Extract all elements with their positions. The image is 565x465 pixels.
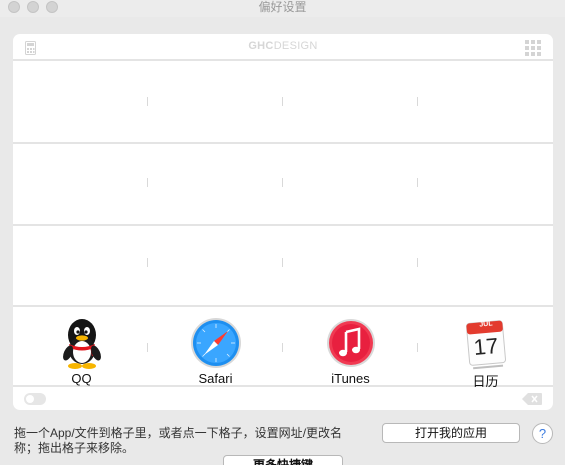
- cell-divider: [282, 178, 283, 187]
- help-button[interactable]: ?: [532, 423, 553, 444]
- panel-header: GHCDESIGN: [13, 34, 553, 61]
- app-label: QQ: [71, 371, 92, 386]
- cell-divider: [282, 258, 283, 267]
- window-title: 偏好设置: [258, 0, 307, 14]
- app-label: iTunes: [331, 371, 370, 386]
- itunes-note-icon: [326, 319, 375, 367]
- shortcut-row-1[interactable]: [13, 61, 553, 144]
- app-label: Safari: [198, 371, 233, 386]
- shortcut-row-3[interactable]: [13, 226, 553, 307]
- calendar-day: 17: [472, 332, 499, 361]
- cell-divider: [417, 178, 418, 187]
- cell-divider: [417, 258, 418, 267]
- shortcut-row-2[interactable]: [13, 144, 553, 226]
- calendar-icon: JUL 17: [458, 315, 514, 371]
- cell-divider: [147, 258, 148, 267]
- grid-menu-icon[interactable]: [525, 40, 541, 61]
- app-cell-safari[interactable]: Safari: [148, 315, 283, 386]
- shortcut-grid-panel: GHCDESIGN QQ Safari iTunes JUL 17 日历: [13, 34, 553, 410]
- cell-divider: [282, 97, 283, 106]
- app-cell-qq[interactable]: QQ: [14, 315, 149, 386]
- enable-toggle[interactable]: [24, 393, 46, 405]
- more-shortcuts-button[interactable]: 更多快捷键: [223, 455, 343, 465]
- usage-hint: 拖一个App/文件到格子里，或者点一下格子，设置网址/更改名称；拖出格子来移除。: [14, 426, 343, 455]
- open-my-apps-button[interactable]: 打开我的应用: [382, 423, 520, 443]
- panel-footer-bar: [13, 387, 553, 410]
- app-cell-calendar[interactable]: JUL 17 日历: [418, 315, 553, 390]
- app-row: QQ Safari iTunes JUL 17 日历: [13, 307, 553, 390]
- cell-divider: [417, 97, 418, 106]
- cell-divider: [147, 97, 148, 106]
- safari-compass-icon: [190, 318, 241, 368]
- app-cell-itunes[interactable]: iTunes: [283, 315, 418, 386]
- brand-logo: GHCDESIGN: [248, 40, 318, 52]
- title-bar: 偏好设置: [0, 0, 565, 17]
- delete-key-icon[interactable]: [522, 392, 542, 410]
- qq-penguin-icon: [62, 319, 101, 369]
- toggle-knob: [26, 395, 34, 403]
- cell-divider: [147, 178, 148, 187]
